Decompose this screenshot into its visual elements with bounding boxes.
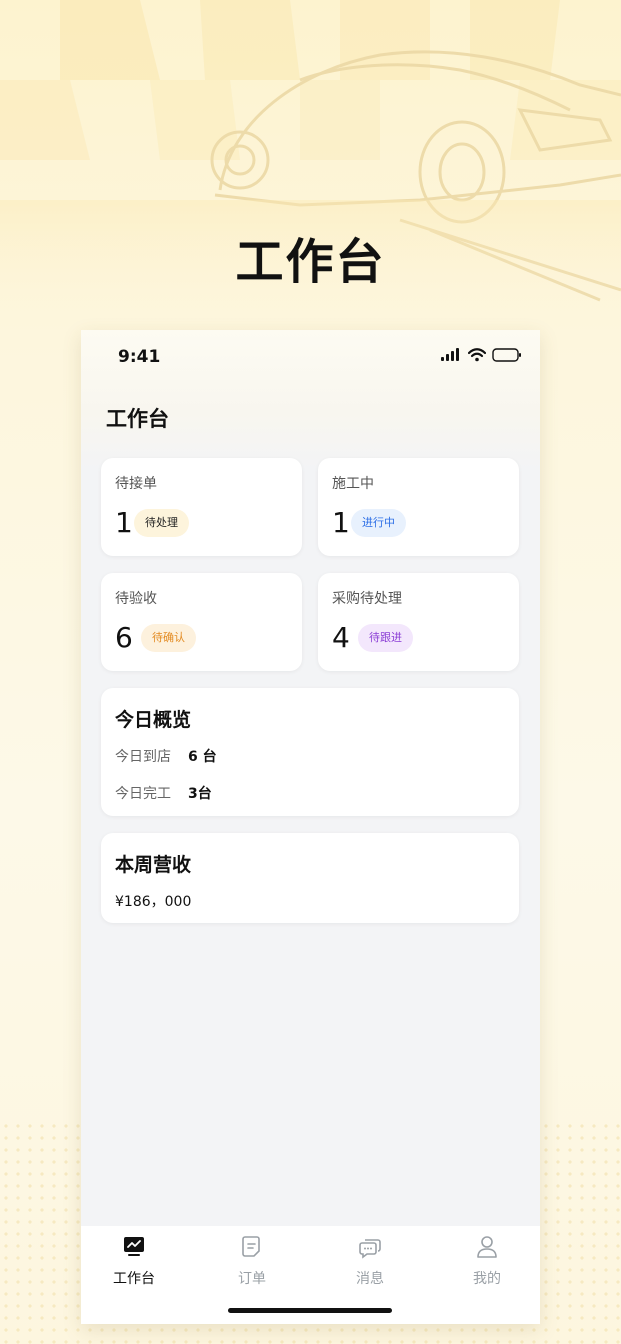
stat-label: 采购待处理 [332, 591, 402, 607]
overview-row-value: 6 台 [188, 749, 217, 765]
stat-label: 施工中 [332, 476, 374, 492]
section-title: 今日概览 [115, 709, 192, 731]
tab-profile[interactable]: 我的 [442, 1234, 532, 1288]
overview-row-label: 今日完工 [115, 786, 171, 802]
bottom-tab-bar: 工作台 订单 消息 我的 [81, 1226, 540, 1324]
stat-card-pending-orders[interactable]: 待接单 1 待处理 [101, 458, 302, 556]
home-indicator [228, 1308, 392, 1313]
status-badge: 待确认 [141, 624, 196, 652]
overview-row-label: 今日到店 [115, 749, 171, 765]
status-badge: 待处理 [134, 509, 189, 537]
section-title: 本周营收 [115, 854, 192, 876]
tab-label: 订单 [238, 1271, 266, 1287]
status-bar: 9:41 [81, 330, 540, 386]
document-icon [242, 1236, 260, 1257]
stat-card-purchase-pending[interactable]: 采购待处理 4 待跟进 [318, 573, 519, 671]
signal-icon [441, 348, 459, 361]
tab-label: 我的 [473, 1271, 501, 1287]
tab-label: 消息 [356, 1271, 384, 1287]
stat-card-in-progress[interactable]: 施工中 1 进行中 [318, 458, 519, 556]
user-icon [477, 1236, 497, 1258]
stat-value: 6 [115, 621, 133, 654]
overview-row-value: 3台 [188, 786, 212, 802]
stat-value: 4 [332, 621, 350, 654]
wifi-icon [468, 348, 486, 362]
status-badge: 待跟进 [358, 624, 413, 652]
tab-messages[interactable]: 消息 [325, 1234, 415, 1288]
stat-card-pending-acceptance[interactable]: 待验收 6 待确认 [101, 573, 302, 671]
revenue-amount: ¥186，000 [115, 894, 192, 910]
stat-value: 1 [115, 506, 133, 539]
hero-title: 工作台 [235, 234, 386, 290]
phone-screen: 9:41 工作台 待接单 1 待处理 施工中 1 进行中 待验收 6 待确认 采… [81, 330, 540, 1324]
page-title: 工作台 [106, 407, 169, 431]
weekly-revenue-card[interactable]: 本周营收 ¥186，000 [101, 833, 519, 923]
status-time: 9:41 [118, 347, 161, 367]
status-badge: 进行中 [351, 509, 406, 537]
battery-icon [492, 348, 521, 362]
monitor-chart-icon [124, 1237, 144, 1256]
stat-label: 待接单 [115, 476, 157, 492]
tab-label: 工作台 [113, 1271, 155, 1287]
tab-workbench[interactable]: 工作台 [89, 1234, 179, 1288]
stat-value: 1 [332, 506, 350, 539]
stat-label: 待验收 [115, 591, 157, 607]
status-icons [440, 348, 522, 362]
today-overview-card[interactable]: 今日概览 今日到店 6 台 今日完工 3台 [101, 688, 519, 816]
chat-bubbles-icon [359, 1239, 381, 1259]
tab-orders[interactable]: 订单 [207, 1234, 297, 1288]
